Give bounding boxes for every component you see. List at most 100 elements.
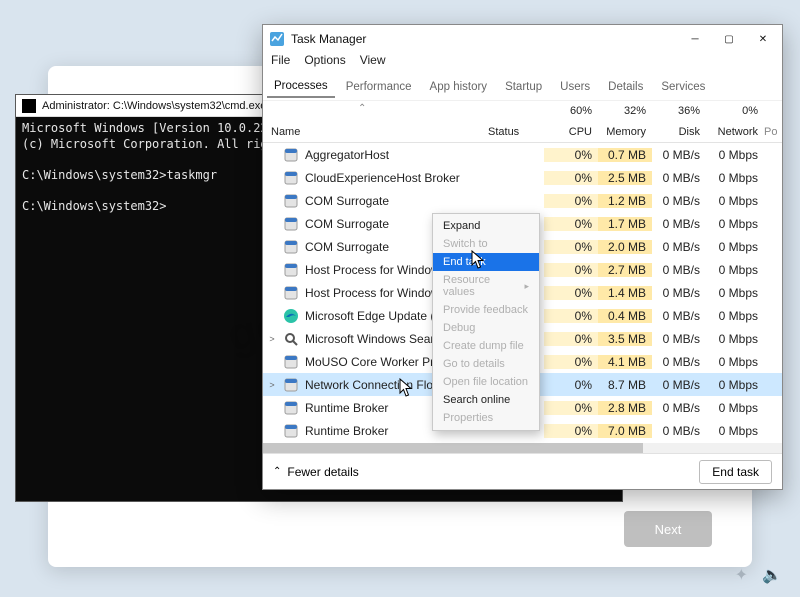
tab-startup[interactable]: Startup: [498, 77, 549, 97]
process-disk: 0 MB/s: [652, 424, 706, 438]
close-button[interactable]: ✕: [750, 29, 776, 49]
process-icon: [283, 239, 299, 255]
system-tray: ✦ 🔈: [735, 565, 782, 585]
horizontal-scrollbar[interactable]: [263, 443, 782, 453]
process-memory: 0.7 MB: [598, 148, 652, 162]
task-manager-icon: [269, 31, 285, 47]
task-manager-titlebar[interactable]: Task Manager ─ ▢ ✕: [263, 25, 782, 53]
ctx-open-file-location[interactable]: Open file location: [433, 373, 539, 391]
scrollbar-thumb[interactable]: [263, 443, 643, 453]
col-status[interactable]: Status: [488, 126, 544, 142]
menu-view[interactable]: View: [360, 53, 386, 73]
process-disk: 0 MB/s: [652, 401, 706, 415]
tab-strip: Processes Performance App history Startu…: [263, 73, 782, 101]
process-network: 0 Mbps: [706, 401, 764, 415]
ctx-properties[interactable]: Properties: [433, 409, 539, 427]
process-cpu: 0%: [544, 148, 598, 162]
tab-services[interactable]: Services: [654, 77, 712, 97]
process-cpu: 0%: [544, 217, 598, 231]
process-cpu: 0%: [544, 171, 598, 185]
cmd-title: Administrator: C:\Windows\system32\cmd.e…: [42, 100, 266, 112]
col-disk[interactable]: Disk: [652, 126, 706, 142]
process-disk: 0 MB/s: [652, 378, 706, 392]
process-network: 0 Mbps: [706, 378, 764, 392]
ctx-resource-values-label: Resource values: [443, 274, 524, 298]
process-icon: [283, 147, 299, 163]
footer: ⌃ Fewer details End task: [263, 453, 782, 489]
process-memory: 2.8 MB: [598, 401, 652, 415]
col-network[interactable]: Network: [706, 126, 764, 142]
process-icon: [283, 423, 299, 439]
process-network: 0 Mbps: [706, 263, 764, 277]
process-disk: 0 MB/s: [652, 194, 706, 208]
process-network: 0 Mbps: [706, 240, 764, 254]
process-network: 0 Mbps: [706, 217, 764, 231]
expand-toggle[interactable]: >: [263, 334, 281, 344]
tab-performance[interactable]: Performance: [339, 77, 419, 97]
process-memory: 8.7 MB: [598, 378, 652, 392]
expand-toggle[interactable]: >: [263, 380, 281, 390]
process-disk: 0 MB/s: [652, 263, 706, 277]
col-memory[interactable]: Memory: [598, 126, 652, 142]
process-network: 0 Mbps: [706, 194, 764, 208]
process-disk: 0 MB/s: [652, 286, 706, 300]
process-row[interactable]: AggregatorHost0%0.7 MB0 MB/s0 Mbps: [263, 143, 782, 166]
process-memory: 1.4 MB: [598, 286, 652, 300]
process-network: 0 Mbps: [706, 286, 764, 300]
ctx-create-dump[interactable]: Create dump file: [433, 337, 539, 355]
maximize-button[interactable]: ▢: [716, 29, 742, 49]
process-disk: 0 MB/s: [652, 309, 706, 323]
col-cpu[interactable]: CPU: [544, 126, 598, 142]
accessibility-icon[interactable]: ✦: [735, 565, 748, 585]
disk-usage: 36%: [652, 105, 706, 117]
process-icon: [283, 308, 299, 324]
ctx-end-task[interactable]: End task: [433, 253, 539, 271]
menu-file[interactable]: File: [271, 53, 290, 73]
process-cpu: 0%: [544, 240, 598, 254]
col-po[interactable]: Po: [764, 126, 782, 142]
process-network: 0 Mbps: [706, 309, 764, 323]
ctx-go-to-details[interactable]: Go to details: [433, 355, 539, 373]
tab-app-history[interactable]: App history: [423, 77, 495, 97]
process-cpu: 0%: [544, 355, 598, 369]
chevron-up-icon: ⌃: [273, 466, 281, 477]
ctx-debug: Debug: [433, 319, 539, 337]
process-cpu: 0%: [544, 309, 598, 323]
tab-processes[interactable]: Processes: [267, 76, 335, 98]
process-network: 0 Mbps: [706, 148, 764, 162]
process-cpu: 0%: [544, 286, 598, 300]
process-name: COM Surrogate: [281, 193, 488, 209]
next-button[interactable]: Next: [624, 511, 712, 547]
process-network: 0 Mbps: [706, 171, 764, 185]
ctx-resource-values[interactable]: Resource values ▸: [433, 271, 539, 301]
end-task-button[interactable]: End task: [699, 460, 772, 484]
ctx-search-online[interactable]: Search online: [433, 391, 539, 409]
process-row[interactable]: CloudExperienceHost Broker0%2.5 MB0 MB/s…: [263, 166, 782, 189]
process-icon: [283, 193, 299, 209]
process-cpu: 0%: [544, 194, 598, 208]
cursor-icon: [471, 250, 485, 270]
tab-users[interactable]: Users: [553, 77, 597, 97]
process-memory: 3.5 MB: [598, 332, 652, 346]
process-cpu: 0%: [544, 401, 598, 415]
sort-indicator-icon: ⌃: [358, 103, 366, 114]
tab-details[interactable]: Details: [601, 77, 650, 97]
process-memory: 2.5 MB: [598, 171, 652, 185]
process-memory: 0.4 MB: [598, 309, 652, 323]
process-icon: [283, 354, 299, 370]
process-memory: 2.0 MB: [598, 240, 652, 254]
cmd-icon: [22, 99, 36, 113]
fewer-details-label: Fewer details: [287, 465, 358, 479]
minimize-button[interactable]: ─: [682, 29, 708, 49]
menu-options[interactable]: Options: [304, 53, 345, 73]
process-network: 0 Mbps: [706, 332, 764, 346]
process-memory: 1.2 MB: [598, 194, 652, 208]
chevron-right-icon: ▸: [524, 281, 529, 292]
fewer-details-button[interactable]: ⌃ Fewer details: [273, 465, 359, 479]
process-row[interactable]: COM Surrogate 0%1.2 MB0 MB/s0 Mbps: [263, 189, 782, 212]
volume-icon[interactable]: 🔈: [762, 565, 782, 585]
ctx-expand[interactable]: Expand: [433, 217, 539, 235]
cpu-usage: 60%: [544, 105, 598, 117]
col-name[interactable]: Name: [263, 126, 488, 142]
process-name: CloudExperienceHost Broker: [281, 170, 488, 186]
